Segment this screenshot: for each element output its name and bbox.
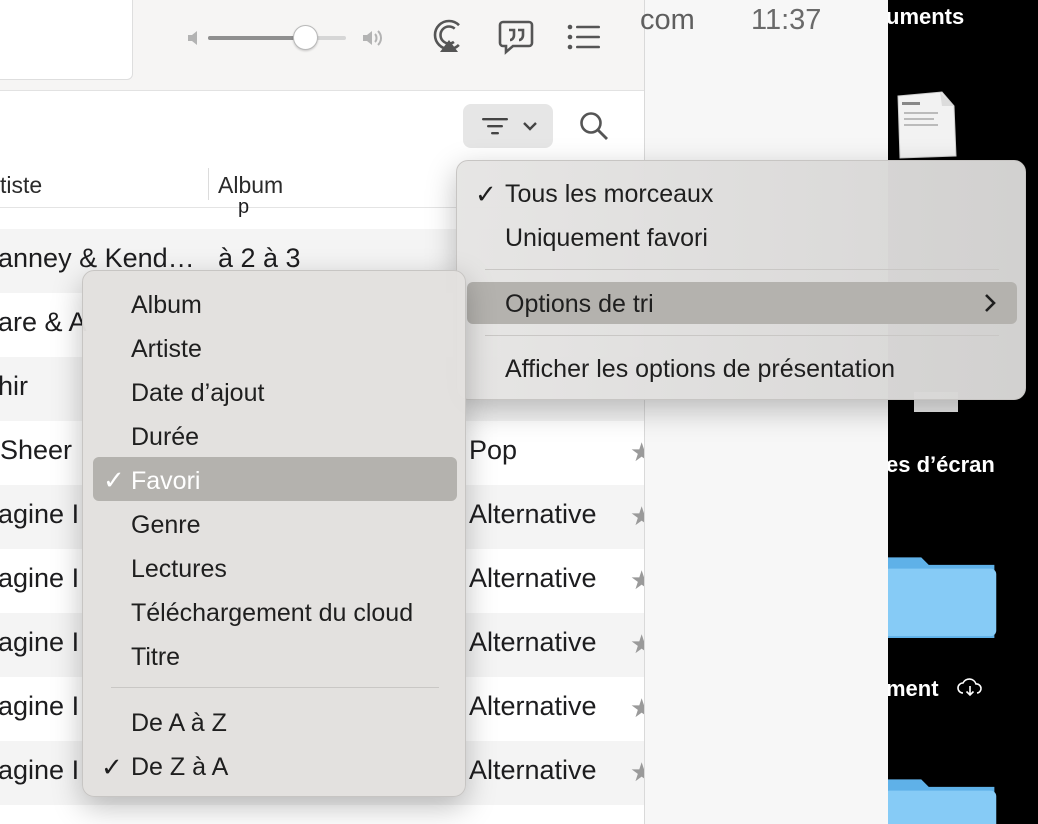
sort-options-submenu: Album Artiste Date d’ajout Durée ✓ Favor… bbox=[82, 270, 466, 797]
folder-icon[interactable] bbox=[888, 770, 1000, 824]
menubar-clock: 11:37 bbox=[751, 4, 822, 36]
document-thumbnail-icon[interactable] bbox=[892, 90, 958, 160]
menu-item-favorites-only[interactable]: Uniquement favori bbox=[505, 224, 708, 253]
menu-item-show-view-options[interactable]: Afficher les options de présentation bbox=[505, 355, 895, 384]
chevron-down-icon bbox=[523, 122, 537, 131]
cell-genre: Alternative bbox=[469, 627, 597, 657]
favorite-star-icon[interactable]: ★ bbox=[630, 501, 644, 532]
search-icon[interactable] bbox=[578, 110, 610, 142]
partial-row-text: p bbox=[238, 196, 250, 218]
sort-order-z-a[interactable]: De Z à A bbox=[131, 753, 228, 782]
menu-separator bbox=[485, 269, 999, 270]
folder-icon[interactable] bbox=[888, 548, 1000, 638]
queue-list-icon[interactable] bbox=[565, 18, 603, 56]
column-header-artist[interactable]: tiste bbox=[0, 172, 42, 199]
column-divider[interactable] bbox=[208, 168, 209, 200]
menu-item-sort-options[interactable]: Options de tri bbox=[467, 282, 1017, 324]
cell-artist: are & A bbox=[0, 307, 87, 337]
sort-item-date-added[interactable]: Date d’ajout bbox=[131, 379, 264, 408]
cell-artist: agine I bbox=[0, 499, 80, 529]
cell-artist: Sheer bbox=[0, 435, 73, 465]
volume-low-icon bbox=[188, 31, 197, 45]
player-toolbar bbox=[0, 0, 644, 91]
sort-item-artist[interactable]: Artiste bbox=[131, 335, 202, 364]
cell-genre: Alternative bbox=[469, 755, 597, 785]
cell-artist: agine I bbox=[0, 563, 80, 593]
sort-item-cloud-download[interactable]: Téléchargement du cloud bbox=[131, 599, 413, 628]
menu-separator bbox=[485, 335, 999, 336]
sort-order-a-z[interactable]: De A à Z bbox=[131, 709, 227, 738]
cell-genre: Pop bbox=[469, 435, 518, 465]
checkmark-icon: ✓ bbox=[103, 465, 125, 495]
cell-genre: Alternative bbox=[469, 691, 597, 721]
volume-high-icon bbox=[363, 30, 382, 46]
column-header-album[interactable]: Album bbox=[218, 172, 283, 199]
sort-item-favorite[interactable]: ✓ Favori bbox=[93, 457, 457, 501]
airplay-icon[interactable] bbox=[430, 18, 468, 56]
filter-menu: ✓ Tous les morceaux Uniquement favori Op… bbox=[456, 160, 1026, 400]
menu-separator bbox=[111, 687, 439, 688]
sort-item-genre[interactable]: Genre bbox=[131, 511, 200, 540]
favorite-star-icon[interactable]: ★ bbox=[630, 693, 644, 724]
sort-item-duration[interactable]: Durée bbox=[131, 423, 199, 452]
cell-artist: agine I bbox=[0, 691, 80, 721]
sort-item-plays[interactable]: Lectures bbox=[131, 555, 227, 584]
volume-slider-knob[interactable] bbox=[292, 25, 318, 50]
sort-item-title[interactable]: Titre bbox=[131, 643, 180, 672]
sort-item-album[interactable]: Album bbox=[131, 291, 202, 320]
secondary-window bbox=[644, 0, 888, 824]
list-toolbar bbox=[0, 92, 644, 162]
desktop-item-label-download: ment bbox=[888, 676, 939, 701]
favorite-star-icon[interactable]: ★ bbox=[630, 757, 644, 788]
volume-slider[interactable] bbox=[208, 25, 346, 50]
checkmark-icon: ✓ bbox=[101, 752, 123, 782]
cloud-download-icon bbox=[957, 678, 982, 697]
now-playing-display[interactable] bbox=[0, 0, 133, 80]
checkmark-icon: ✓ bbox=[475, 179, 497, 209]
lyrics-icon[interactable] bbox=[497, 18, 535, 56]
cell-artist: agine I bbox=[0, 755, 80, 785]
chevron-right-icon bbox=[985, 294, 996, 312]
sort-item-favorite-label: Favori bbox=[131, 467, 201, 495]
favorite-star-icon[interactable]: ★ bbox=[630, 565, 644, 596]
cell-artist: agine I bbox=[0, 627, 80, 657]
volume-slider-fill bbox=[208, 36, 305, 40]
menu-item-all-tracks[interactable]: Tous les morceaux bbox=[505, 180, 713, 209]
menubar-text: com bbox=[640, 4, 695, 36]
favorite-star-icon[interactable]: ★ bbox=[630, 437, 644, 468]
filter-button[interactable] bbox=[463, 104, 553, 148]
cell-artist: hir bbox=[0, 371, 29, 401]
desktop-item-label-screenshots: es d’écran bbox=[888, 452, 995, 477]
cell-genre: Alternative bbox=[469, 499, 597, 529]
cell-genre: Alternative bbox=[469, 563, 597, 593]
desktop-item-label-documents: uments bbox=[888, 4, 965, 29]
favorite-star-icon[interactable]: ★ bbox=[630, 629, 644, 660]
menu-item-sort-options-label: Options de tri bbox=[505, 290, 654, 318]
filter-lines-icon bbox=[482, 118, 508, 135]
